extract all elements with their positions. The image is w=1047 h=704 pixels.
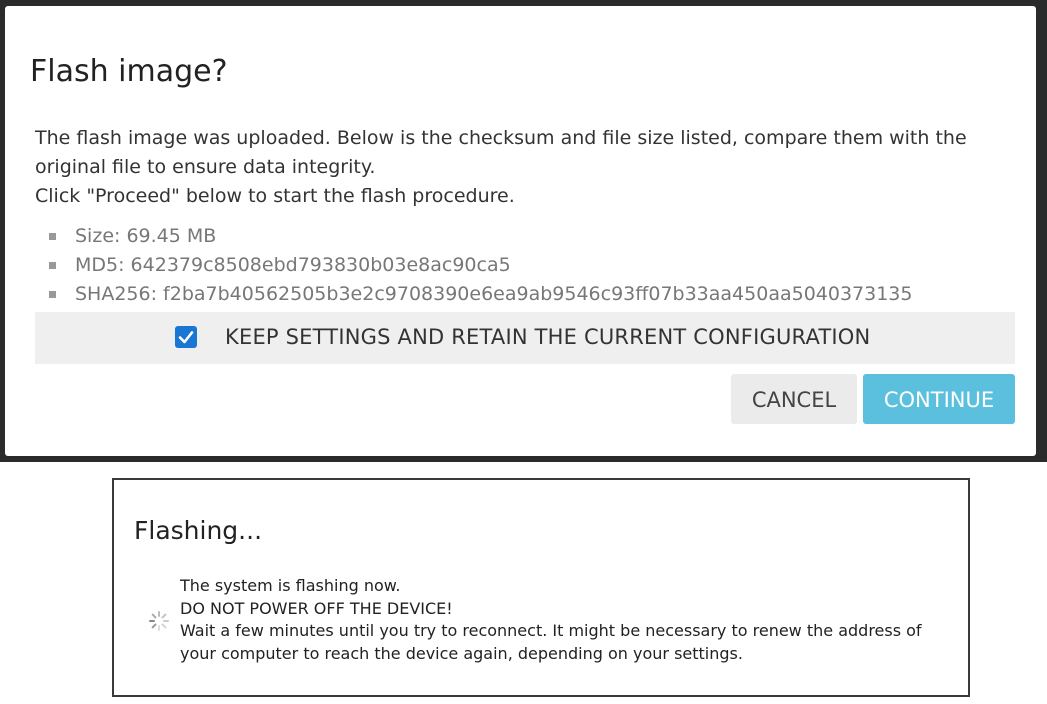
description-integrity-text: The flash image was uploaded. Below is t… (35, 127, 967, 178)
flashing-dialog: Flashing... The system is flashing now. … (112, 478, 970, 697)
screenshot-stage: Flash image? The flash image was uploade… (0, 0, 1047, 704)
md5-value: MD5: 642379c8508ebd793830b03e8ac90ca5 (75, 254, 511, 276)
size-value: Size: 69.45 MB (75, 225, 217, 247)
bullet-icon (49, 233, 56, 240)
description-proceed-text: Click "Proceed" below to start the flash… (35, 185, 515, 207)
checkmark-icon (178, 331, 194, 344)
keep-settings-checkbox[interactable] (175, 326, 197, 348)
keep-settings-label[interactable]: KEEP SETTINGS AND RETAIN THE CURRENT CON… (225, 325, 870, 349)
keep-settings-row[interactable]: KEEP SETTINGS AND RETAIN THE CURRENT CON… (35, 312, 1015, 364)
cancel-button[interactable]: CANCEL (731, 374, 857, 424)
continue-button[interactable]: CONTINUE (863, 374, 1015, 424)
flashing-title: Flashing... (134, 516, 263, 545)
spinner-icon (149, 611, 169, 631)
dialog-title: Flash image? (30, 54, 228, 89)
dialog-description: The flash image was uploaded. Below is t… (35, 124, 1025, 211)
image-details-list: Size: 69.45 MB MD5: 642379c8508ebd793830… (49, 222, 912, 309)
flash-image-dialog: Flash image? The flash image was uploade… (5, 6, 1036, 456)
power-off-warning: DO NOT POWER OFF THE DEVICE! (180, 598, 453, 618)
list-item-sha256: SHA256: f2ba7b40562505b3e2c9708390e6ea9a… (49, 280, 912, 309)
bullet-icon (49, 291, 56, 298)
list-item-md5: MD5: 642379c8508ebd793830b03e8ac90ca5 (49, 251, 912, 280)
bullet-icon (49, 262, 56, 269)
flashing-status-text: The system is flashing now. (180, 576, 401, 595)
reconnect-instructions: Wait a few minutes until you try to reco… (180, 621, 922, 663)
list-item-size: Size: 69.45 MB (49, 222, 912, 251)
sha256-value: SHA256: f2ba7b40562505b3e2c9708390e6ea9a… (75, 283, 913, 305)
flashing-message: The system is flashing now. DO NOT POWER… (180, 575, 960, 665)
